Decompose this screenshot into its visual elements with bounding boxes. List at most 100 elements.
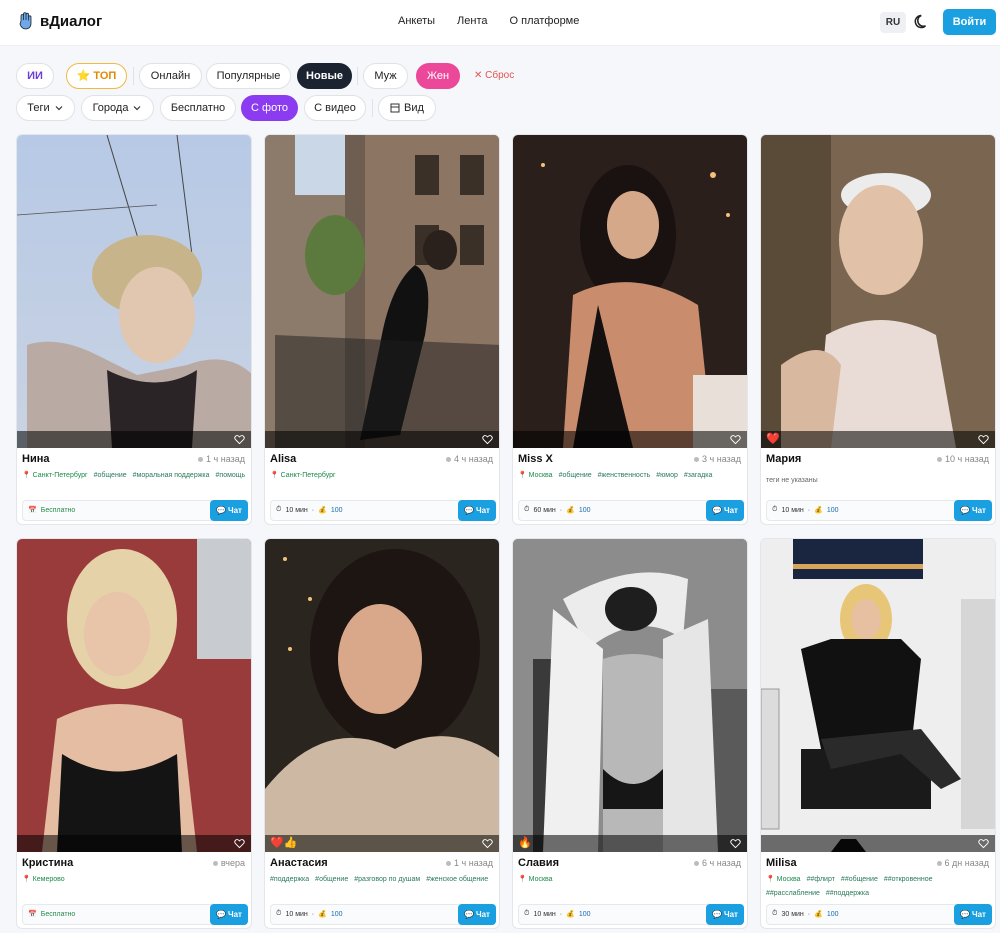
heart-icon[interactable] xyxy=(730,434,741,445)
photo-overlay-bar xyxy=(265,835,499,852)
chat-icon: 💬 xyxy=(216,506,226,515)
filter-tags-dropdown[interactable]: Теги xyxy=(16,95,75,121)
profile-card[interactable]: Alisa 4 ч назад 📍 Санкт-Петербург ⏱ 10 ми… xyxy=(264,134,500,525)
profile-card[interactable]: Кристина вчера 📍 Кемерово 📅 Бесплатно 💬 Ча… xyxy=(16,538,252,929)
tag[interactable]: ##флирт xyxy=(807,873,835,887)
profile-card[interactable]: ❤️👍 Анастасия 1 ч назад #поддержка #обще… xyxy=(264,538,500,929)
moon-icon[interactable] xyxy=(913,13,931,31)
city-tag: 📍 Кемерово xyxy=(22,873,65,887)
tag[interactable]: #разговор по душам xyxy=(354,873,420,887)
layout-icon xyxy=(390,103,400,113)
tag[interactable]: ##откровенное xyxy=(884,873,933,887)
profile-photo[interactable] xyxy=(265,135,500,448)
filter-online[interactable]: Онлайн xyxy=(139,63,202,89)
profile-name: Alisa xyxy=(270,453,297,465)
filter-top[interactable]: ⭐ ТОП xyxy=(66,63,127,89)
profile-card[interactable]: 🔥 Славия 6 ч назад 📍 Москва ⏱ 10 мин · 💰 100… xyxy=(512,538,748,929)
profile-card[interactable]: ❤️ Мария 10 ч назад теги не указаны ⏱ 10 … xyxy=(760,134,996,525)
filter-cities-dropdown[interactable]: Города xyxy=(81,95,154,121)
price-info: ⏱ 10 мин · 💰 100 xyxy=(772,506,839,514)
filter-popular[interactable]: Популярные xyxy=(206,63,291,89)
filter-ai[interactable]: ИИ xyxy=(16,63,54,89)
filter-new[interactable]: Новые xyxy=(297,63,352,89)
profile-photo[interactable] xyxy=(513,135,748,448)
profile-photo[interactable] xyxy=(761,539,996,852)
filter-female[interactable]: Жен xyxy=(416,63,460,89)
profile-photo[interactable] xyxy=(265,539,500,852)
tag[interactable]: #поддержка xyxy=(270,873,309,887)
card-footer: 📅 Бесплатно 💬 Чат xyxy=(22,500,248,521)
profile-name: Нина xyxy=(22,453,50,465)
tag-list: 📍 Москва xyxy=(518,873,744,887)
chat-button[interactable]: 💬 Чат xyxy=(954,500,992,521)
view-mode-button[interactable]: Вид xyxy=(378,95,436,121)
top-header: вДиалог Анкеты Лента О платформе RU Войт… xyxy=(0,0,1000,46)
chat-label: Чат xyxy=(227,910,242,919)
last-seen-text: 1 ч назад xyxy=(206,454,245,464)
chat-button[interactable]: 💬 Чат xyxy=(458,500,496,521)
tag-list: #поддержка #общение #разговор по душам #… xyxy=(270,873,496,887)
chat-button[interactable]: 💬 Чат xyxy=(210,500,248,521)
chat-button[interactable]: 💬 Чат xyxy=(954,904,992,925)
profile-photo[interactable] xyxy=(17,539,252,852)
photo-overlay-bar xyxy=(17,431,251,448)
photo-overlay-bar xyxy=(761,431,995,448)
profile-card[interactable]: Нина 1 ч назад 📍 Санкт-Петербург #общени… xyxy=(16,134,252,525)
tag[interactable]: #загадка xyxy=(684,469,712,483)
duration: 60 мин xyxy=(533,506,556,514)
tag[interactable]: #общение xyxy=(315,873,348,887)
nav-feed[interactable]: Лента xyxy=(457,15,487,27)
nav-profiles[interactable]: Анкеты xyxy=(398,15,435,27)
separator: · xyxy=(807,506,811,514)
nav-about[interactable]: О платформе xyxy=(510,15,580,27)
tag[interactable]: ##поддержка xyxy=(826,887,869,901)
duration: 10 мин xyxy=(285,506,308,514)
tag[interactable]: #женственность xyxy=(598,469,651,483)
login-button[interactable]: Войти xyxy=(943,9,996,35)
filter-male[interactable]: Муж xyxy=(363,63,408,89)
price-info: 📅 Бесплатно xyxy=(28,506,75,515)
heart-icon[interactable] xyxy=(482,434,493,445)
tag[interactable]: #общение xyxy=(559,469,592,483)
heart-icon[interactable] xyxy=(234,838,245,849)
filter-with-photo[interactable]: С фото xyxy=(241,95,298,121)
reset-filters-button[interactable]: ✕ Сброс xyxy=(474,70,514,81)
tag[interactable]: #моральная поддержка xyxy=(133,469,210,483)
profile-card[interactable]: Milisa 6 дн назад 📍 Москва ##флирт ##общ… xyxy=(760,538,996,929)
price-info: ⏱ 60 мин · 💰 100 xyxy=(524,506,591,514)
clock-icon: ⏱ xyxy=(276,506,282,513)
profile-name: Miss X xyxy=(518,453,553,465)
tag[interactable]: ##расслабление xyxy=(766,887,820,901)
chat-button[interactable]: 💬 Чат xyxy=(210,904,248,925)
tag[interactable]: #общение xyxy=(94,469,127,483)
profile-photo[interactable] xyxy=(513,539,748,852)
photo-overlay-bar xyxy=(513,431,747,448)
profile-card[interactable]: Miss X 3 ч назад 📍 Москва #общение #женс… xyxy=(512,134,748,525)
heart-icon[interactable] xyxy=(978,838,989,849)
heart-icon[interactable] xyxy=(730,838,741,849)
language-switch[interactable]: RU xyxy=(880,12,906,33)
profile-photo[interactable] xyxy=(761,135,996,448)
chat-button[interactable]: 💬 Чат xyxy=(706,500,744,521)
profile-name: Славия xyxy=(518,857,559,869)
city-name: Санкт-Петербург xyxy=(32,472,88,479)
cost: 100 xyxy=(330,506,343,514)
filter-free[interactable]: Бесплатно xyxy=(160,95,236,121)
profile-photo[interactable] xyxy=(17,135,252,448)
filter-with-video[interactable]: С видео xyxy=(304,95,366,121)
filter-cities-label: Города xyxy=(92,102,129,114)
heart-icon[interactable] xyxy=(482,838,493,849)
tag[interactable]: #юмор xyxy=(656,469,678,483)
heart-icon[interactable] xyxy=(234,434,245,445)
heart-icon[interactable] xyxy=(978,434,989,445)
chat-button[interactable]: 💬 Чат xyxy=(706,904,744,925)
last-seen-text: вчера xyxy=(220,858,245,868)
tag[interactable]: #женское общение xyxy=(426,873,488,887)
tag[interactable]: #помощь xyxy=(216,469,246,483)
chat-button[interactable]: 💬 Чат xyxy=(458,904,496,925)
last-seen-text: 1 ч назад xyxy=(454,858,493,868)
tag[interactable]: ##общение xyxy=(841,873,878,887)
last-seen: 6 дн назад xyxy=(936,858,989,868)
coin-icon: 💰 xyxy=(814,507,823,514)
brand-logo[interactable]: вДиалог xyxy=(18,12,102,30)
